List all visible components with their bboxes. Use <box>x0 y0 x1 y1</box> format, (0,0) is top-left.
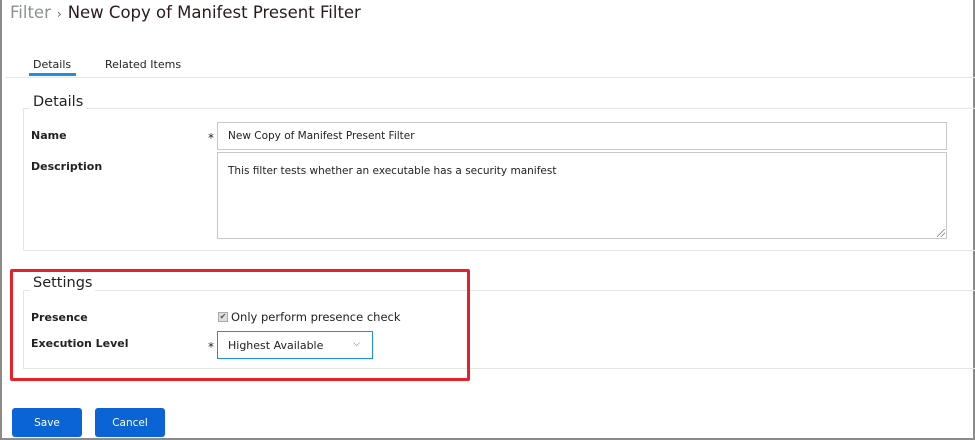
description-text: This filter tests whether an executable … <box>228 165 557 177</box>
details-legend: Details <box>30 94 87 110</box>
highlight-box <box>10 269 470 381</box>
tab-details[interactable]: Details <box>33 58 71 71</box>
description-textarea[interactable]: This filter tests whether an executable … <box>217 152 947 239</box>
name-input[interactable]: New Copy of Manifest Present Filter <box>217 122 947 150</box>
cancel-button[interactable]: Cancel <box>95 408 165 437</box>
description-label: Description <box>31 160 103 173</box>
tab-related-items[interactable]: Related Items <box>105 58 181 71</box>
name-required-mark: * <box>208 131 214 145</box>
resize-grip-icon[interactable] <box>937 229 945 237</box>
page-title-text: New Copy of Manifest Present Filter <box>67 3 361 22</box>
save-button[interactable]: Save <box>12 408 82 437</box>
name-label: Name <box>31 129 67 142</box>
active-tab-indicator <box>29 73 76 76</box>
tab-bar-divider <box>5 77 975 78</box>
page-title: Filter › New Copy of Manifest Present Filt… <box>10 3 361 22</box>
breadcrumb-filter[interactable]: Filter <box>10 3 51 22</box>
breadcrumb-separator-icon: › <box>56 7 62 21</box>
